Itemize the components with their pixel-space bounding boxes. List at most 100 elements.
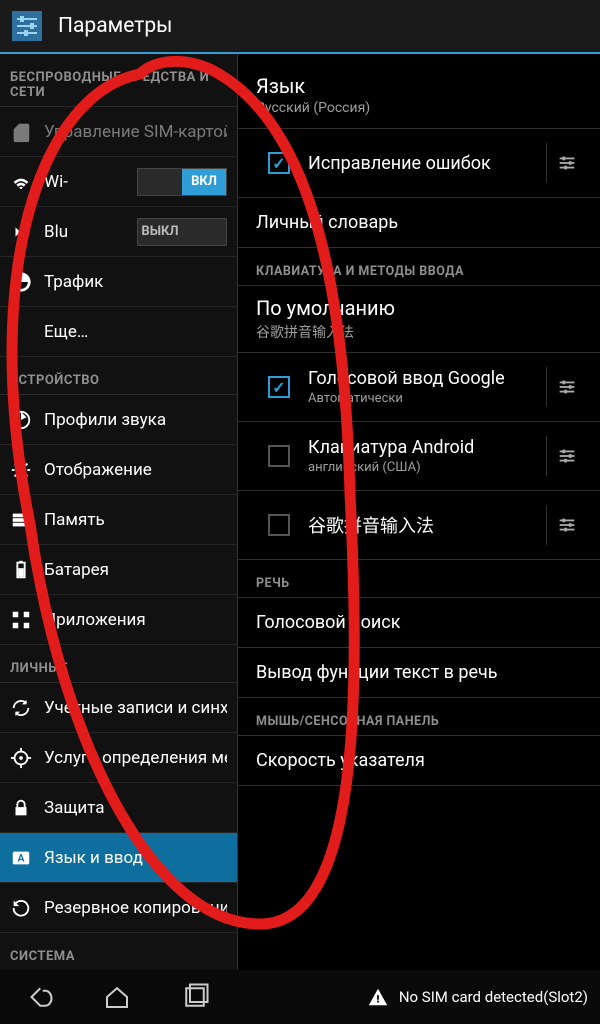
sidebar-item-location[interactable]: Услуги определения местоположения: [0, 733, 237, 783]
sidebar-item-label: Батарея: [44, 560, 227, 580]
panes: БЕСПРОВОДНЫЕ СРЕДСТВА И СЕТИ Управление …: [0, 54, 600, 970]
dictionary-item[interactable]: Личный словарь: [238, 198, 600, 248]
section-system: СИСТЕМА: [0, 933, 237, 970]
backup-icon: [8, 895, 34, 921]
item-title: Клавиатура Android: [308, 437, 538, 458]
audio-icon: [8, 407, 34, 433]
apps-icon: [8, 607, 34, 633]
checkbox-dim-icon[interactable]: [268, 514, 290, 536]
toggle-on-label: ВКЛ: [182, 169, 226, 195]
item-title: Вывод функции текст в речь: [256, 662, 586, 683]
sidebar-item-accounts[interactable]: Учетные записи и синхронизация: [0, 683, 237, 733]
checkbox-checked-icon[interactable]: [268, 376, 290, 398]
section-keyboards: КЛАВИАТУРА И МЕТОДЫ ВВОДА: [238, 248, 600, 286]
tune-button[interactable]: [546, 367, 586, 407]
sync-icon: [8, 695, 34, 721]
item-title: Исправление ошибок: [308, 153, 538, 174]
pinyin-item[interactable]: 谷歌拼音输入法: [238, 491, 600, 560]
bluetooth-icon: [8, 219, 34, 245]
sidebar-item-sim[interactable]: Управление SIM-картой: [0, 107, 237, 157]
section-speech: РЕЧЬ: [238, 560, 600, 598]
home-button[interactable]: [78, 970, 156, 1024]
sidebar-item-label: Wi-: [44, 172, 133, 192]
system-navbar: No SIM card detected(Slot2): [0, 970, 600, 1024]
sidebar-item-language[interactable]: A Язык и ввод: [0, 833, 237, 883]
sidebar-item-label: Управление SIM-картой: [44, 122, 227, 142]
tts-item[interactable]: Вывод функции текст в речь: [238, 648, 600, 698]
storage-icon: [8, 507, 34, 533]
location-icon: [8, 745, 34, 771]
tune-button[interactable]: [546, 505, 586, 545]
item-title: Голосовой ввод Google: [308, 368, 538, 389]
sidebar-item-label: Защита: [44, 798, 227, 818]
google-voice-item[interactable]: Голосовой ввод Google Автоматически: [238, 353, 600, 422]
sidebar-item-display[interactable]: Отображение: [0, 445, 237, 495]
battery-icon: [8, 557, 34, 583]
lock-icon: [8, 795, 34, 821]
item-subtitle: Русский (Россия): [256, 100, 582, 116]
sidebar-item-apps[interactable]: Приложения: [0, 595, 237, 645]
sidebar-item-label: Отображение: [44, 460, 227, 480]
warning-icon: [367, 986, 389, 1008]
sidebar-item-label: Blu: [44, 222, 133, 242]
sidebar-item-label: Приложения: [44, 610, 227, 630]
spellcheck-item[interactable]: Исправление ошибок: [238, 129, 600, 198]
item-subtitle: 谷歌拼音输入法: [256, 322, 582, 342]
item-subtitle: английский (США): [308, 460, 538, 475]
item-title: Личный словарь: [256, 212, 586, 233]
titlebar: Параметры: [0, 0, 600, 54]
sidebar-item-label: Профили звука: [44, 410, 227, 430]
display-icon: [8, 457, 34, 483]
back-button[interactable]: [0, 970, 78, 1024]
data-usage-icon: [8, 269, 34, 295]
sidebar-item-more[interactable]: Еще…: [0, 307, 237, 357]
sidebar-item-bluetooth[interactable]: Blu ВЫКЛ: [0, 207, 237, 257]
item-subtitle: Автоматически: [308, 391, 538, 406]
tune-button[interactable]: [546, 436, 586, 476]
checkbox-dim-icon[interactable]: [268, 445, 290, 467]
checkbox-checked-icon[interactable]: [268, 152, 290, 174]
section-wireless: БЕСПРОВОДНЫЕ СРЕДСТВА И СЕТИ: [0, 54, 237, 107]
blank-icon: [8, 319, 34, 345]
sidebar-item-battery[interactable]: Батарея: [0, 545, 237, 595]
settings-icon: [10, 9, 44, 43]
sidebar-item-label: Еще…: [44, 322, 227, 342]
item-title: Скорость указателя: [256, 750, 586, 771]
android-keyboard-item[interactable]: Клавиатура Android английский (США): [238, 422, 600, 491]
sidebar-item-label: Учетные записи и синхронизация: [44, 698, 227, 718]
section-device: УСТРОЙСТВО: [0, 357, 237, 395]
language-icon: A: [8, 845, 34, 871]
pointer-speed-item[interactable]: Скорость указателя: [238, 736, 600, 786]
wifi-icon: [8, 169, 34, 195]
sidebar-item-label: Память: [44, 510, 227, 530]
sim-warning-text: No SIM card detected(Slot2): [399, 988, 588, 1006]
sidebar-item-wifi[interactable]: Wi- ВКЛ: [0, 157, 237, 207]
item-title: Язык: [256, 74, 582, 98]
sim-warning[interactable]: No SIM card detected(Slot2): [367, 986, 600, 1008]
section-mouse: МЫШЬ/СЕНСОРНАЯ ПАНЕЛЬ: [238, 698, 600, 736]
sidebar-item-traffic[interactable]: Трафик: [0, 257, 237, 307]
item-title: Голосовой поиск: [256, 612, 586, 633]
language-item[interactable]: Язык Русский (Россия): [238, 60, 600, 129]
svg-text:A: A: [18, 853, 25, 864]
bluetooth-toggle[interactable]: ВЫКЛ: [137, 218, 227, 246]
detail-pane: Язык Русский (Россия) Исправление ошибок…: [238, 54, 600, 970]
section-personal: ЛИЧНЫЕ: [0, 645, 237, 683]
voice-search-item[interactable]: Голосовой поиск: [238, 598, 600, 648]
item-title: 谷歌拼音输入法: [308, 512, 538, 538]
recents-button[interactable]: [156, 970, 234, 1024]
sidebar-item-backup[interactable]: Резервное копирование: [0, 883, 237, 933]
settings-sidebar: БЕСПРОВОДНЫЕ СРЕДСТВА И СЕТИ Управление …: [0, 54, 237, 970]
sim-icon: [8, 119, 34, 145]
page-title: Параметры: [58, 14, 172, 38]
default-ime-item[interactable]: По умолчанию 谷歌拼音输入法: [238, 286, 600, 353]
tune-button[interactable]: [546, 143, 586, 183]
sidebar-item-label: Резервное копирование: [44, 898, 227, 918]
sidebar-item-audio[interactable]: Профили звука: [0, 395, 237, 445]
sidebar-item-label: Трафик: [44, 272, 227, 292]
sidebar-item-security[interactable]: Защита: [0, 783, 237, 833]
item-title: По умолчанию: [256, 296, 582, 320]
sidebar-item-memory[interactable]: Память: [0, 495, 237, 545]
sidebar-item-label: Язык и ввод: [44, 848, 227, 868]
wifi-toggle[interactable]: ВКЛ: [137, 168, 227, 196]
